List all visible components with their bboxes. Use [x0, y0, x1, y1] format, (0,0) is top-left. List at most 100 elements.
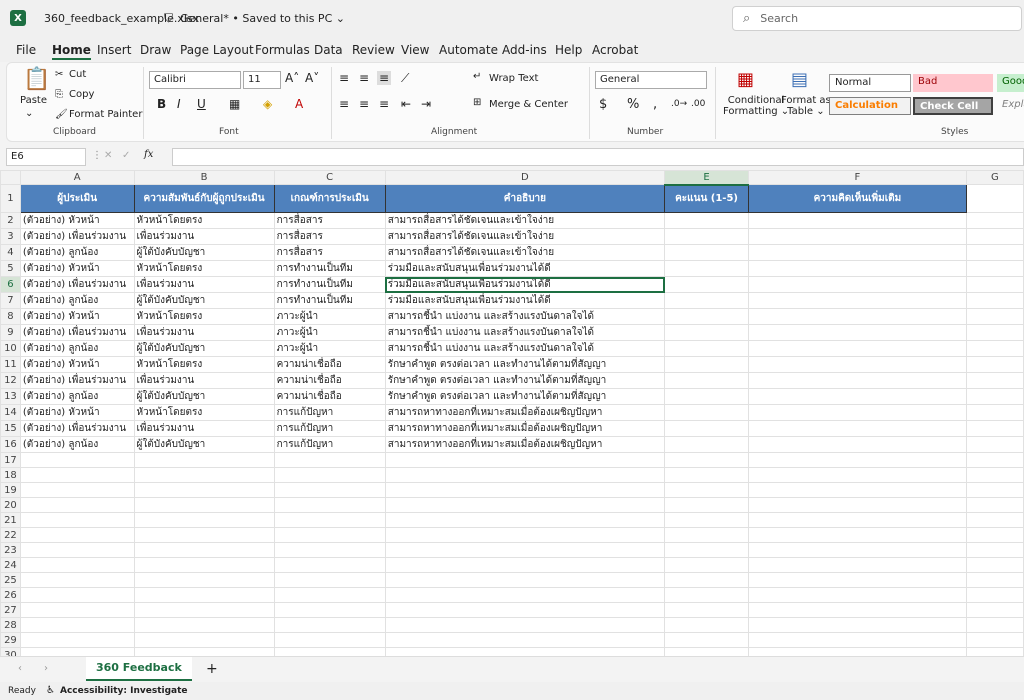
cell[interactable]: [664, 276, 750, 293]
cell[interactable]: (ตัวอย่าง) หัวหน้า: [19, 308, 135, 325]
cell[interactable]: (ตัวอย่าง) ลูกน้อง: [19, 244, 135, 261]
cell[interactable]: [664, 340, 750, 357]
row-header[interactable]: 12: [0, 372, 21, 389]
cell[interactable]: [133, 467, 275, 483]
cell[interactable]: [133, 482, 275, 498]
cell[interactable]: (ตัวอย่าง) เพื่อนร่วมงาน: [19, 276, 135, 293]
row-header[interactable]: 16: [0, 436, 21, 453]
save-status[interactable]: General* • Saved to this PC ⌄: [180, 12, 345, 25]
row-header[interactable]: 22: [0, 527, 21, 543]
cell[interactable]: [748, 632, 967, 648]
align-center-icon[interactable]: ≡: [359, 97, 369, 111]
cell[interactable]: ภาวะผู้นำ: [273, 308, 386, 325]
cell[interactable]: [748, 260, 967, 277]
cell[interactable]: เพื่อนร่วมงาน: [133, 420, 275, 437]
cell[interactable]: ภาวะผู้นำ: [273, 340, 386, 357]
cell[interactable]: [965, 276, 1024, 293]
cell[interactable]: สามารถชี้นำ แบ่งงาน และสร้างแรงบันดาลใจไ…: [384, 324, 666, 341]
cell[interactable]: [748, 527, 967, 543]
fx-icon[interactable]: fx: [144, 149, 153, 160]
cell[interactable]: [748, 497, 967, 513]
cell[interactable]: การสื่อสาร: [273, 212, 386, 229]
row-header[interactable]: 24: [0, 557, 21, 573]
row-header[interactable]: 3: [0, 228, 21, 245]
font-size-select[interactable]: 11: [243, 71, 281, 89]
align-left-icon[interactable]: ≡: [339, 97, 349, 111]
column-header[interactable]: G: [965, 170, 1024, 185]
cell[interactable]: [965, 542, 1024, 558]
cell[interactable]: ความน่าเชื่อถือ: [273, 388, 386, 405]
cell[interactable]: สามารถหาทางออกที่เหมาะสมเมื่อต้องเผชิญปั…: [384, 436, 666, 453]
cell[interactable]: [748, 388, 967, 405]
cell[interactable]: [965, 372, 1024, 389]
cell[interactable]: [664, 420, 750, 437]
cell[interactable]: [965, 452, 1024, 468]
cell[interactable]: [133, 512, 275, 528]
align-top-icon[interactable]: ≡: [339, 71, 349, 85]
cell[interactable]: [664, 482, 750, 498]
cell[interactable]: [965, 617, 1024, 633]
cell[interactable]: (ตัวอย่าง) เพื่อนร่วมงาน: [19, 420, 135, 437]
cell[interactable]: [965, 527, 1024, 543]
cell[interactable]: [133, 632, 275, 648]
style-normal[interactable]: Normal: [829, 74, 911, 92]
cell[interactable]: (ตัวอย่าง) หัวหน้า: [19, 404, 135, 421]
tab-file[interactable]: File: [16, 43, 36, 57]
cell[interactable]: [748, 647, 967, 656]
row-header[interactable]: 4: [0, 244, 21, 261]
cell[interactable]: [965, 602, 1024, 618]
header-cell[interactable]: ความสัมพันธ์กับผู้ถูกประเมิน: [133, 184, 275, 213]
cell[interactable]: [748, 324, 967, 341]
cell[interactable]: [384, 647, 666, 656]
cell[interactable]: [384, 467, 666, 483]
cell[interactable]: [664, 542, 750, 558]
increase-decimal-icon[interactable]: .0→: [671, 99, 687, 109]
cell[interactable]: [664, 436, 750, 453]
cell[interactable]: [965, 228, 1024, 245]
format-painter-button[interactable]: Format Painter: [69, 109, 142, 120]
decrease-decimal-icon[interactable]: .00: [691, 99, 705, 109]
cell[interactable]: เพื่อนร่วมงาน: [133, 372, 275, 389]
cell[interactable]: [384, 632, 666, 648]
cell[interactable]: [664, 372, 750, 389]
tab-insert[interactable]: Insert: [97, 43, 131, 57]
enter-icon[interactable]: ✓: [122, 150, 130, 161]
cell[interactable]: [664, 632, 750, 648]
row-header[interactable]: 30: [0, 647, 21, 656]
cell[interactable]: [748, 452, 967, 468]
cell[interactable]: [133, 572, 275, 588]
cell[interactable]: หัวหน้าโดยตรง: [133, 212, 275, 229]
tab-data[interactable]: Data: [314, 43, 343, 57]
cell[interactable]: ความน่าเชื่อถือ: [273, 372, 386, 389]
cell[interactable]: [384, 482, 666, 498]
cell[interactable]: [664, 292, 750, 309]
header-cell[interactable]: ผู้ประเมิน: [19, 184, 135, 213]
column-header[interactable]: D: [384, 170, 666, 185]
cell[interactable]: [664, 388, 750, 405]
cell[interactable]: [384, 617, 666, 633]
cell[interactable]: สามารถหาทางออกที่เหมาะสมเมื่อต้องเผชิญปั…: [384, 404, 666, 421]
format-as-table-button[interactable]: Format as Table ⌄: [781, 95, 831, 117]
cell[interactable]: [273, 467, 386, 483]
cell[interactable]: [748, 244, 967, 261]
underline-icon[interactable]: U: [197, 97, 206, 111]
cell[interactable]: ร่วมมือและสนับสนุนเพื่อนร่วมงานได้ดี: [384, 292, 666, 309]
cell[interactable]: [664, 260, 750, 277]
cell[interactable]: [19, 467, 135, 483]
row-header[interactable]: 13: [0, 388, 21, 405]
cell[interactable]: [748, 404, 967, 421]
cell[interactable]: [965, 260, 1024, 277]
style-check-cell[interactable]: Check Cell: [913, 97, 993, 115]
style-explanatory[interactable]: Expla: [997, 97, 1024, 115]
row-header[interactable]: 29: [0, 632, 21, 648]
cell[interactable]: ภาวะผู้นำ: [273, 324, 386, 341]
merge-center-button[interactable]: Merge & Center: [489, 99, 568, 110]
search-box[interactable]: ⌕ Search: [732, 6, 1022, 31]
select-all-corner[interactable]: [0, 170, 21, 185]
cell[interactable]: (ตัวอย่าง) เพื่อนร่วมงาน: [19, 372, 135, 389]
conditional-formatting-button[interactable]: Conditional Formatting ⌄: [723, 95, 789, 117]
cell[interactable]: การสื่อสาร: [273, 244, 386, 261]
align-bottom-icon[interactable]: ≡: [377, 71, 392, 85]
cell[interactable]: [748, 308, 967, 325]
cell[interactable]: [965, 482, 1024, 498]
